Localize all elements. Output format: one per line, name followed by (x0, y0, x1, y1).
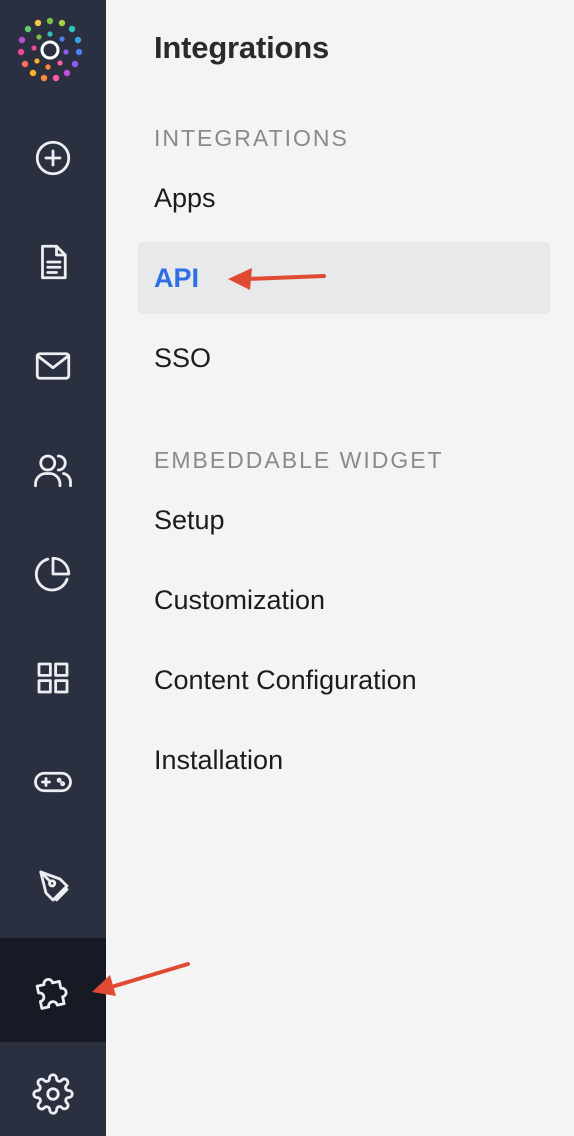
users-icon (34, 454, 72, 488)
icon-rail (0, 0, 106, 1136)
reports-nav-button[interactable] (0, 522, 106, 626)
pen-tool-icon (39, 870, 69, 902)
create-button[interactable] (0, 106, 106, 210)
section-label-integrations: INTEGRATIONS (154, 125, 349, 151)
nav-item-api[interactable]: API (138, 242, 550, 314)
integrations-nav-button[interactable] (0, 938, 106, 1042)
mail-icon (35, 352, 71, 380)
nav-item-sso[interactable]: SSO (138, 322, 550, 394)
plus-circle-icon (35, 140, 71, 176)
gamepad-icon (34, 771, 72, 793)
nav-item-content-configuration[interactable]: Content Configuration (138, 644, 550, 716)
apps-nav-button[interactable] (0, 626, 106, 730)
settings-nav-button[interactable] (0, 1042, 106, 1136)
section-label-embeddable-widget: EMBEDDABLE WIDGET (154, 447, 444, 473)
messages-nav-button[interactable] (0, 314, 106, 418)
grid-icon (37, 662, 69, 694)
page-title: Integrations (154, 30, 330, 65)
integrations-panel: Integrations INTEGRATIONS Apps API SSO E… (106, 0, 574, 1136)
pie-chart-icon (34, 556, 71, 592)
games-nav-button[interactable] (0, 730, 106, 834)
nav-item-apps[interactable]: Apps (138, 162, 550, 234)
app-logo[interactable] (14, 14, 86, 86)
design-nav-button[interactable] (0, 834, 106, 938)
gear-icon (32, 1073, 74, 1115)
nav-item-installation[interactable]: Installation (138, 724, 550, 796)
people-nav-button[interactable] (0, 418, 106, 522)
puzzle-icon (35, 978, 68, 1010)
nav-item-setup[interactable]: Setup (138, 484, 550, 556)
documents-nav-button[interactable] (0, 210, 106, 314)
nav-item-customization[interactable]: Customization (138, 564, 550, 636)
document-icon (41, 244, 67, 280)
